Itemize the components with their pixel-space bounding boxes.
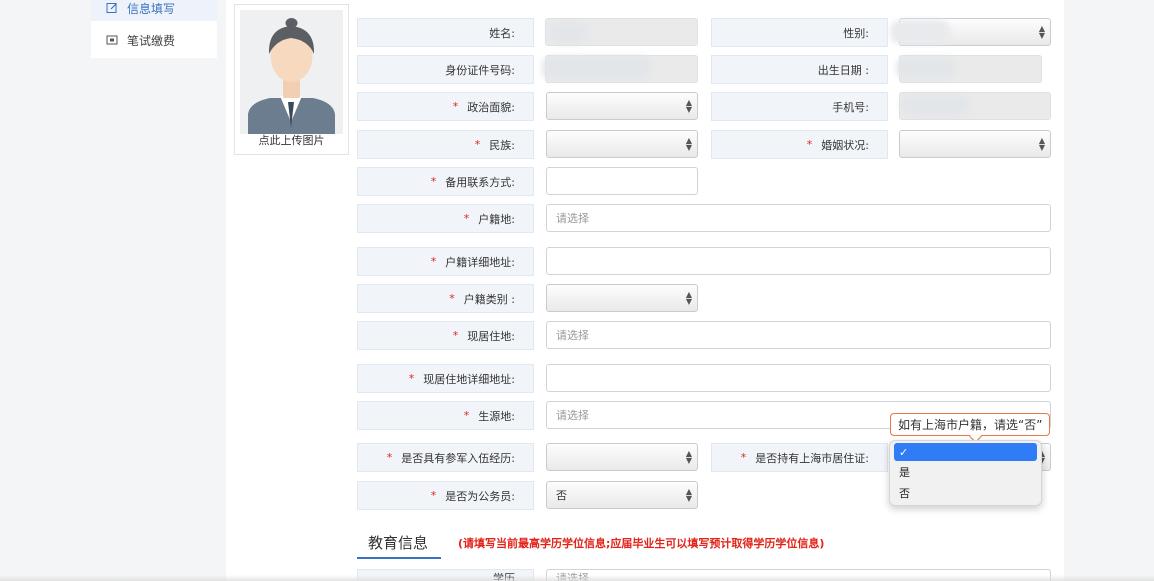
sh-permit-label: * 是否持有上海市居住证: xyxy=(711,443,888,472)
redacted-birth xyxy=(896,57,956,79)
hukou-address-label: * 户籍详细地址: xyxy=(357,247,534,276)
residence-address-label: * 现居住地详细地址: xyxy=(357,364,534,393)
dropdown-option-no[interactable]: 否 xyxy=(894,483,1037,503)
residence-address-field[interactable] xyxy=(546,364,1051,392)
origin-label: * 生源地: xyxy=(357,401,534,430)
redacted-gender xyxy=(890,20,950,44)
name-label: 姓名: xyxy=(357,18,534,47)
updown-arrow-icon: ▲▼ xyxy=(685,290,692,306)
updown-arrow-icon: ▲▼ xyxy=(1038,136,1045,152)
military-select[interactable]: ▲ ▼ xyxy=(546,443,698,471)
alt-contact-label: * 备用联系方式: xyxy=(357,167,534,196)
marital-select[interactable]: ▲ ▼ xyxy=(899,130,1051,158)
sidebar-item-payment[interactable]: 笔试缴费 xyxy=(91,27,217,53)
updown-arrow-icon: ▲▼ xyxy=(685,487,692,503)
alt-contact-field[interactable] xyxy=(546,167,698,195)
updown-arrow-icon: ▲▼ xyxy=(685,136,692,152)
dropdown-option-empty[interactable]: ✓ xyxy=(894,443,1037,461)
ethnic-label: * 民族: xyxy=(357,130,534,159)
birth-label: 出生日期 : xyxy=(711,55,888,84)
photo-caption: 点此上传图片 xyxy=(258,134,325,147)
phone-label: 手机号: xyxy=(711,92,888,121)
hukou-type-select[interactable]: ▲ ▼ xyxy=(546,284,698,312)
photo-upload[interactable]: 点此上传图片 xyxy=(234,4,349,155)
hukou-type-label: * 户籍类别 : xyxy=(357,284,534,313)
card-icon xyxy=(105,34,118,47)
sidebar-item-info[interactable]: 信息填写 xyxy=(91,0,217,21)
redacted-name xyxy=(548,22,588,44)
marital-label: * 婚姻状况: xyxy=(711,130,888,159)
edit-icon xyxy=(105,2,118,15)
hukou-hint-tooltip: 如有上海市户籍，请选“否” xyxy=(890,413,1051,436)
updown-arrow-icon: ▲▼ xyxy=(1038,24,1045,40)
education-note: (请填写当前最高学历学位信息;应届毕业生可以填写预计取得学历学位信息) xyxy=(458,537,825,550)
redacted-idcard xyxy=(542,56,652,80)
residence-picker[interactable]: 请选择 xyxy=(546,321,1051,349)
military-label: * 是否具有参军入伍经历: xyxy=(357,443,534,472)
gender-label: 性别: xyxy=(711,18,888,47)
redacted-phone xyxy=(900,94,970,116)
checkmark-icon: ✓ xyxy=(899,445,909,459)
hukou-picker[interactable]: 请选择 xyxy=(546,204,1051,232)
civil-servant-select[interactable]: 否 ▲ ▼ xyxy=(546,481,698,509)
avatar-placeholder-icon xyxy=(240,10,343,134)
residence-label: * 现居住地: xyxy=(357,321,534,350)
political-label: * 政治面貌: xyxy=(357,92,534,121)
idcard-label: 身份证件号码: xyxy=(357,55,534,84)
dropdown-option-yes[interactable]: 是 xyxy=(894,462,1037,482)
ethnic-select[interactable]: ▲ ▼ xyxy=(546,130,698,158)
sidebar-item-label: 信息填写 xyxy=(127,1,176,16)
civil-servant-label: * 是否为公务员: xyxy=(357,481,534,510)
political-select[interactable]: ▲ ▼ xyxy=(546,92,698,120)
education-section-title: 教育信息 xyxy=(368,534,429,552)
bottom-shadow xyxy=(0,575,1154,581)
sidebar: 信息填写 笔试缴费 xyxy=(91,0,217,58)
section-underline xyxy=(357,557,441,559)
hukou-address-field[interactable] xyxy=(546,247,1051,275)
updown-arrow-icon: ▲▼ xyxy=(685,449,692,465)
sidebar-item-label: 笔试缴费 xyxy=(127,33,176,48)
sh-permit-dropdown: ✓ 是 否 xyxy=(889,440,1042,506)
updown-arrow-icon: ▲▼ xyxy=(685,98,692,114)
hukou-label: * 户籍地: xyxy=(357,204,534,233)
